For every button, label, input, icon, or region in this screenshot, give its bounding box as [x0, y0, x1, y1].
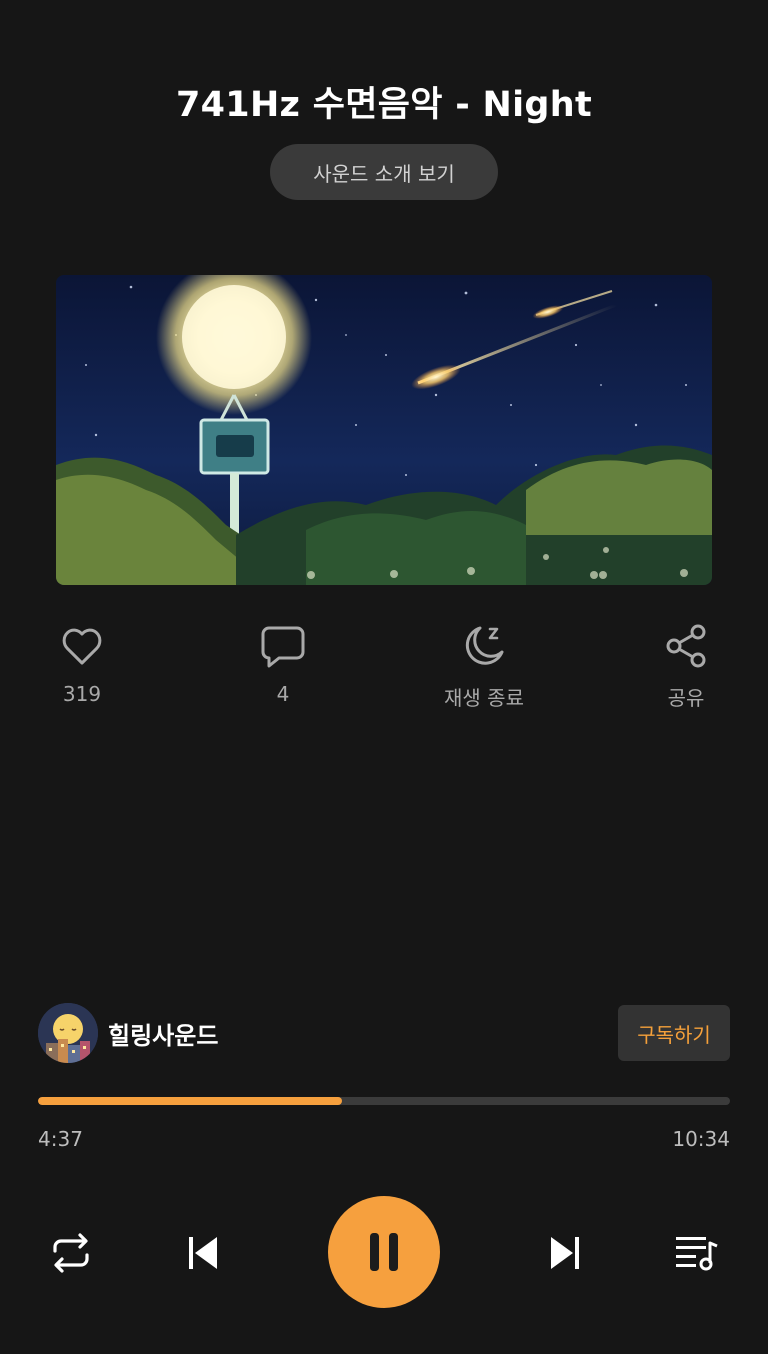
subscribe-button[interactable]: 구독하기: [618, 1005, 730, 1061]
repeat-icon: [53, 1233, 89, 1273]
next-button[interactable]: [538, 1228, 592, 1278]
skip-next-icon: [551, 1237, 579, 1269]
track-title: 741Hz 수면음악 - Night: [176, 85, 592, 125]
like-count: 319: [62, 682, 102, 706]
sleep-timer-button[interactable]: 재생 종료: [414, 622, 554, 711]
pause-button[interactable]: [328, 1196, 440, 1308]
repeat-button[interactable]: [44, 1228, 98, 1278]
progress-fill: [38, 1097, 343, 1105]
comment-button[interactable]: 4: [213, 622, 353, 706]
moon-sleep-icon: [465, 626, 504, 665]
player-screen: 741Hz 수면음악 - Night 사운드 소개 보기 319 4 재생 종료…: [0, 0, 768, 1354]
comment-count: 4: [276, 682, 290, 706]
skip-previous-icon: [189, 1237, 217, 1269]
pause-icon: [370, 1233, 398, 1271]
channel-avatar: [38, 1003, 98, 1063]
total-time: 10:34: [672, 1127, 730, 1151]
like-button[interactable]: 319: [12, 622, 152, 706]
share-icon: [666, 624, 706, 668]
playback-progress-bar[interactable]: [38, 1097, 730, 1105]
channel-name: 힐링사운드: [108, 1021, 219, 1050]
playlist-icon: [676, 1237, 718, 1271]
playback-controls: [0, 1196, 768, 1310]
album-artwork: [56, 275, 712, 585]
heart-icon: [62, 628, 102, 665]
previous-button[interactable]: [176, 1228, 230, 1278]
current-time: 4:37: [38, 1127, 83, 1151]
comment-icon: [261, 626, 305, 668]
share-button[interactable]: 공유: [616, 622, 756, 711]
channel-info[interactable]: 힐링사운드: [38, 1003, 218, 1063]
share-label: 공유: [667, 686, 705, 710]
action-bar: 319 4 재생 종료 공유: [0, 622, 768, 718]
playlist-button[interactable]: [670, 1228, 724, 1278]
sleep-timer-label: 재생 종료: [444, 686, 524, 710]
sound-intro-button[interactable]: 사운드 소개 보기: [270, 144, 498, 200]
